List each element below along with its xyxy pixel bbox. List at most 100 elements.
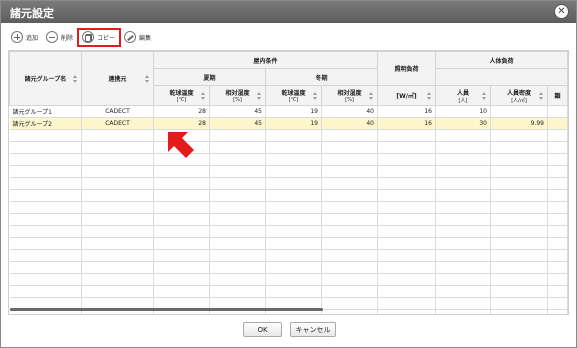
sort-icon xyxy=(539,91,544,100)
col-density[interactable]: 人員密度 [人/㎡] xyxy=(490,85,548,106)
empty-row xyxy=(9,285,568,298)
empty-row xyxy=(9,213,568,226)
close-icon[interactable]: ✕ xyxy=(554,4,569,19)
plus-circle-icon xyxy=(11,31,23,43)
empty-cell xyxy=(377,129,436,142)
cell-persons[interactable]: 30 xyxy=(435,117,491,130)
empty-cell xyxy=(547,153,568,166)
sort-icon xyxy=(73,74,78,83)
empty-cell xyxy=(81,141,154,154)
col-summer-dry-bulb[interactable]: 乾球温度 [℃] xyxy=(153,85,210,106)
cell-source: CADECT xyxy=(81,117,154,130)
add-button[interactable]: 追加 xyxy=(11,28,38,46)
empty-cell xyxy=(435,237,491,250)
cell-winter-db[interactable]: 19 xyxy=(265,117,322,130)
settings-dialog: 諸元設定 ✕ 追加 削除 コピー 編集 諸元グループ名 連携元 屋内条件 照明負… xyxy=(0,0,577,348)
empty-cell xyxy=(547,285,568,298)
cell-summer-rh[interactable]: 45 xyxy=(209,105,266,118)
cell-lighting[interactable]: 16 xyxy=(377,105,436,118)
header-summer: 夏期 xyxy=(153,68,266,86)
empty-cell xyxy=(9,177,82,190)
empty-cell xyxy=(547,309,568,314)
ok-button[interactable]: OK xyxy=(243,322,282,337)
empty-cell xyxy=(377,153,436,166)
empty-cell xyxy=(377,261,436,274)
col-winter-humidity[interactable]: 相対湿度 [%] xyxy=(321,85,378,106)
empty-cell xyxy=(490,189,548,202)
cell-summer-db[interactable]: 28 xyxy=(153,105,210,118)
empty-cell xyxy=(153,177,210,190)
cell-winter-db[interactable]: 19 xyxy=(265,105,322,118)
empty-cell xyxy=(321,129,378,142)
cancel-button[interactable]: キャンセル xyxy=(290,322,336,337)
empty-cell xyxy=(81,189,154,202)
cell-winter-rh[interactable]: 40 xyxy=(321,105,378,118)
empty-cell xyxy=(490,141,548,154)
empty-cell xyxy=(490,285,548,298)
col-group-name[interactable]: 諸元グループ名 xyxy=(9,51,82,106)
empty-cell xyxy=(9,213,82,226)
table-row[interactable]: 諸元グループ1 CADECT 28 45 19 40 16 10 xyxy=(9,105,568,118)
empty-cell xyxy=(265,237,322,250)
data-grid: 諸元グループ名 連携元 屋内条件 照明負荷 人体負荷 夏期 冬期 乾球温度 [℃]… xyxy=(8,50,569,315)
header-winter: 冬期 xyxy=(265,68,378,86)
empty-cell xyxy=(321,261,378,274)
cell-density[interactable] xyxy=(490,105,548,118)
empty-cell xyxy=(435,261,491,274)
empty-cell xyxy=(547,189,568,202)
cell-summer-rh[interactable]: 45 xyxy=(209,117,266,130)
horizontal-scrollbar[interactable] xyxy=(10,308,323,311)
delete-button[interactable]: 削除 xyxy=(46,28,73,46)
empty-cell xyxy=(435,213,491,226)
empty-cell xyxy=(9,273,82,286)
col-linked-source[interactable]: 連携元 xyxy=(81,51,154,106)
empty-cell xyxy=(547,129,568,142)
empty-cell xyxy=(81,153,154,166)
empty-cell xyxy=(265,285,322,298)
edit-button[interactable]: 編集 xyxy=(124,28,151,46)
empty-row xyxy=(9,273,568,286)
empty-cell xyxy=(377,177,436,190)
col-lighting[interactable]: [W/㎡] xyxy=(377,85,436,106)
cell-lighting[interactable]: 16 xyxy=(377,117,436,130)
empty-cell xyxy=(153,189,210,202)
empty-cell xyxy=(377,285,436,298)
col-winter-dry-bulb[interactable]: 乾球温度 [℃] xyxy=(265,85,322,106)
empty-cell xyxy=(547,297,568,310)
empty-cell xyxy=(321,285,378,298)
minus-circle-icon xyxy=(46,31,58,43)
sort-icon xyxy=(201,91,206,100)
empty-cell xyxy=(490,213,548,226)
empty-cell xyxy=(265,177,322,190)
empty-cell xyxy=(209,141,266,154)
col-summer-humidity[interactable]: 相対湿度 [%] xyxy=(209,85,266,106)
empty-cell xyxy=(377,273,436,286)
cell-persons[interactable]: 10 xyxy=(435,105,491,118)
empty-cell xyxy=(490,153,548,166)
col-cut[interactable]: 顕 xyxy=(547,85,568,106)
cell-winter-rh[interactable]: 40 xyxy=(321,117,378,130)
col-persons[interactable]: 人員 [人] xyxy=(435,85,491,106)
cell-density[interactable]: 9.99 xyxy=(490,117,548,130)
cell-name: 諸元グループ1 xyxy=(9,105,82,118)
empty-cell xyxy=(547,165,568,178)
table-row[interactable]: 諸元グループ2 CADECT 28 45 19 40 16 30 9.99 xyxy=(9,117,568,130)
empty-cell xyxy=(547,273,568,286)
empty-cell xyxy=(490,129,548,142)
empty-row xyxy=(9,225,568,238)
empty-row xyxy=(9,141,568,154)
empty-cell xyxy=(435,309,491,314)
header-indoor-conditions: 屋内条件 xyxy=(153,51,378,69)
empty-cell xyxy=(81,285,154,298)
cell-source: CADECT xyxy=(81,105,154,118)
empty-cell xyxy=(209,249,266,262)
empty-cell xyxy=(153,249,210,262)
empty-cell xyxy=(490,225,548,238)
empty-cell xyxy=(209,237,266,250)
empty-row xyxy=(9,261,568,274)
empty-cell xyxy=(209,153,266,166)
empty-cell xyxy=(435,285,491,298)
empty-cell xyxy=(321,297,378,310)
empty-cell xyxy=(81,237,154,250)
empty-cell xyxy=(321,237,378,250)
